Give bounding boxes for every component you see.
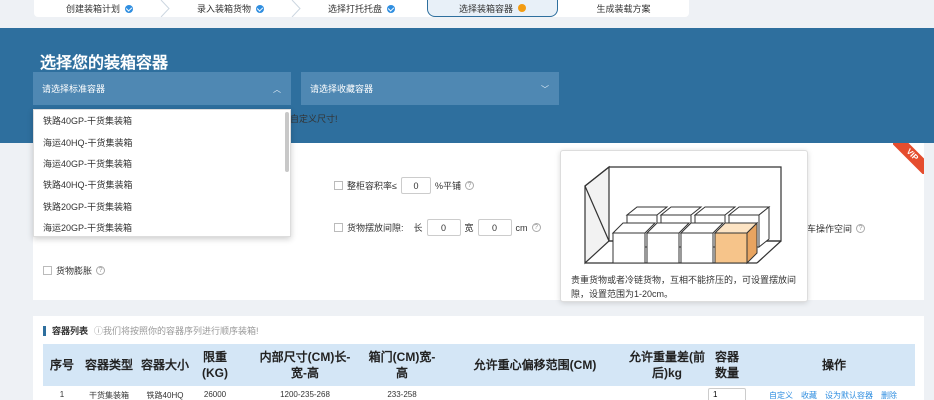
col-size: 容器大小 (140, 358, 189, 372)
cell-door: 233-258 (387, 390, 417, 399)
step-create-plan[interactable]: 创建装箱计划 (34, 0, 170, 17)
help-icon[interactable]: ? (531, 223, 541, 232)
col-actions: 操作 (821, 358, 846, 372)
step-bar: 创建装箱计划 录入装箱货物 选择打托托盘 选择装箱容器 生成装载方案 (34, 0, 689, 17)
step-generate[interactable]: 生成装载方案 (558, 0, 689, 17)
dropdown-option[interactable]: 铁路40GP-干货集装箱 (34, 110, 290, 131)
cell-limit: 26000 (203, 390, 227, 399)
dropdown-option[interactable]: 海运40HQ-干货集装箱 (34, 131, 290, 152)
help-icon[interactable]: ? (464, 181, 474, 190)
col-offset: 允许重心偏移范围(CM) (473, 358, 597, 372)
chevron-down-icon: ﹀ (541, 85, 549, 94)
step-enter-goods[interactable]: 录入装箱货物 (165, 0, 301, 17)
list-subtitle: ⓘ我们将按照你的容器序列进行顺序装箱! (94, 326, 259, 336)
forklift-option: 车操作空间 ? (807, 222, 866, 235)
col-type: 容器类型 (84, 358, 133, 372)
qty-input[interactable]: 1 (708, 388, 746, 400)
length-input[interactable]: 0 (426, 219, 461, 236)
custom-size-hint: 自定义尺寸! (290, 114, 338, 124)
option-unit: %平铺 (434, 181, 461, 191)
delete-link[interactable]: 删除 (881, 390, 897, 400)
length-label: 长 (413, 223, 423, 233)
cell-inner: 1200-235-268 (280, 390, 330, 399)
favorite-container-select[interactable]: 请选择收藏容器 ﹀ (301, 72, 559, 105)
tooltip-text: 贵重货物或者冷链货物，互相不能挤压的，可设置摆放间隙，设置范围为1-20cm。 (571, 275, 797, 299)
expand-option: 货物膨胀 ? (43, 264, 106, 277)
list-title: 容器列表 ⓘ我们将按照你的容器序列进行顺序装箱! (43, 324, 259, 337)
container-list: 容器列表 ⓘ我们将按照你的容器序列进行顺序装箱! 序号 容器类型 容器大小 限重… (33, 316, 924, 400)
step-label: 生成装载方案 (596, 4, 651, 14)
chevron-up-icon: ︿ (273, 85, 281, 94)
vip-ribbon: VIP (893, 143, 924, 174)
col-weight-diff: 允许重量差(前后)kg (629, 350, 705, 380)
select-placeholder: 请选择标准容器 (42, 84, 106, 94)
step-pallet[interactable]: 选择打托托盘 (296, 0, 427, 17)
vip-label: VIP (893, 143, 924, 174)
unit-label: cm (515, 222, 528, 233)
col-qty: 容器数量 (714, 350, 739, 380)
col-inner: 内部尺寸(CM)长-宽-高 (259, 350, 351, 380)
favorite-link[interactable]: 收藏 (801, 390, 817, 400)
option-label: 整柜容积率≤ (347, 181, 397, 191)
list-title-text: 容器列表 (52, 326, 89, 336)
cell-type: 干货集装箱 (89, 391, 129, 400)
cell-index: 1 (59, 390, 65, 399)
cell-size: 铁路40HQ (146, 391, 184, 400)
help-icon[interactable]: ? (96, 266, 106, 275)
help-icon[interactable]: ? (856, 224, 866, 233)
dropdown-option[interactable]: 铁路40HQ-干货集装箱 (34, 174, 290, 195)
expand-checkbox[interactable] (43, 266, 52, 275)
option-label: 货物摆放间隙: (347, 223, 404, 233)
dropdown-option[interactable]: 海运20GP-干货集装箱 (34, 217, 290, 236)
col-limit: 限重(KG) (202, 350, 228, 380)
page-title: 选择您的装箱容器 (40, 55, 169, 72)
dropdown-scrollbar[interactable] (285, 112, 289, 172)
table-header: 序号 容器类型 容器大小 限重(KG) 内部尺寸(CM)长-宽-高 箱门(CM)… (43, 344, 915, 386)
title-bar-icon (43, 325, 46, 336)
step-label: 选择打托托盘 (327, 4, 382, 14)
select-placeholder: 请选择收藏容器 (310, 84, 374, 94)
full-cabinet-option: 整柜容积率≤ 0 %平铺 ? (334, 177, 474, 194)
col-door: 箱门(CM)宽-高 (368, 350, 436, 380)
option-label: 车操作空间 (807, 224, 853, 234)
option-label: 货物膨胀 (56, 266, 93, 276)
page-root: 创建装箱计划 录入装箱货物 选择打托托盘 选择装箱容器 生成装载方案 选择您的装… (0, 0, 934, 400)
standard-container-select[interactable]: 请选择标准容器 ︿ (33, 72, 291, 105)
full-cabinet-input[interactable]: 0 (400, 177, 431, 194)
check-icon (125, 4, 133, 13)
check-icon (256, 4, 264, 13)
step-label: 创建装箱计划 (65, 4, 120, 14)
active-dot-icon (518, 4, 526, 12)
col-index: 序号 (49, 358, 74, 372)
table-row: 1 干货集装箱 铁路40HQ 26000 1200-235-268 233-25… (43, 386, 915, 400)
full-cabinet-checkbox[interactable] (334, 181, 343, 190)
spacing-tooltip: 贵重货物或者冷链货物，互相不能挤压的，可设置摆放间隙，设置范围为1-20cm。 (560, 150, 808, 302)
step-label: 录入装箱货物 (196, 4, 251, 14)
set-default-link[interactable]: 设为默认容器 (825, 390, 873, 400)
container-boxes-illustration (584, 165, 782, 265)
width-label: 宽 (464, 223, 474, 233)
standard-container-dropdown: 铁路40GP-干货集装箱 海运40HQ-干货集装箱 海运40GP-干货集装箱 铁… (33, 109, 291, 237)
step-label: 选择装箱容器 (458, 3, 513, 14)
spacing-checkbox[interactable] (334, 223, 343, 232)
width-input[interactable]: 0 (477, 219, 512, 236)
custom-link[interactable]: 自定义 (769, 390, 793, 400)
dropdown-option[interactable]: 铁路20GP-干货集装箱 (34, 196, 290, 217)
spacing-option: 货物摆放间隙: 长 0 宽 0 cm ? (334, 219, 541, 236)
check-icon (387, 4, 395, 13)
dropdown-option[interactable]: 海运40GP-干货集装箱 (34, 153, 290, 174)
step-container[interactable]: 选择装箱容器 (427, 0, 558, 17)
